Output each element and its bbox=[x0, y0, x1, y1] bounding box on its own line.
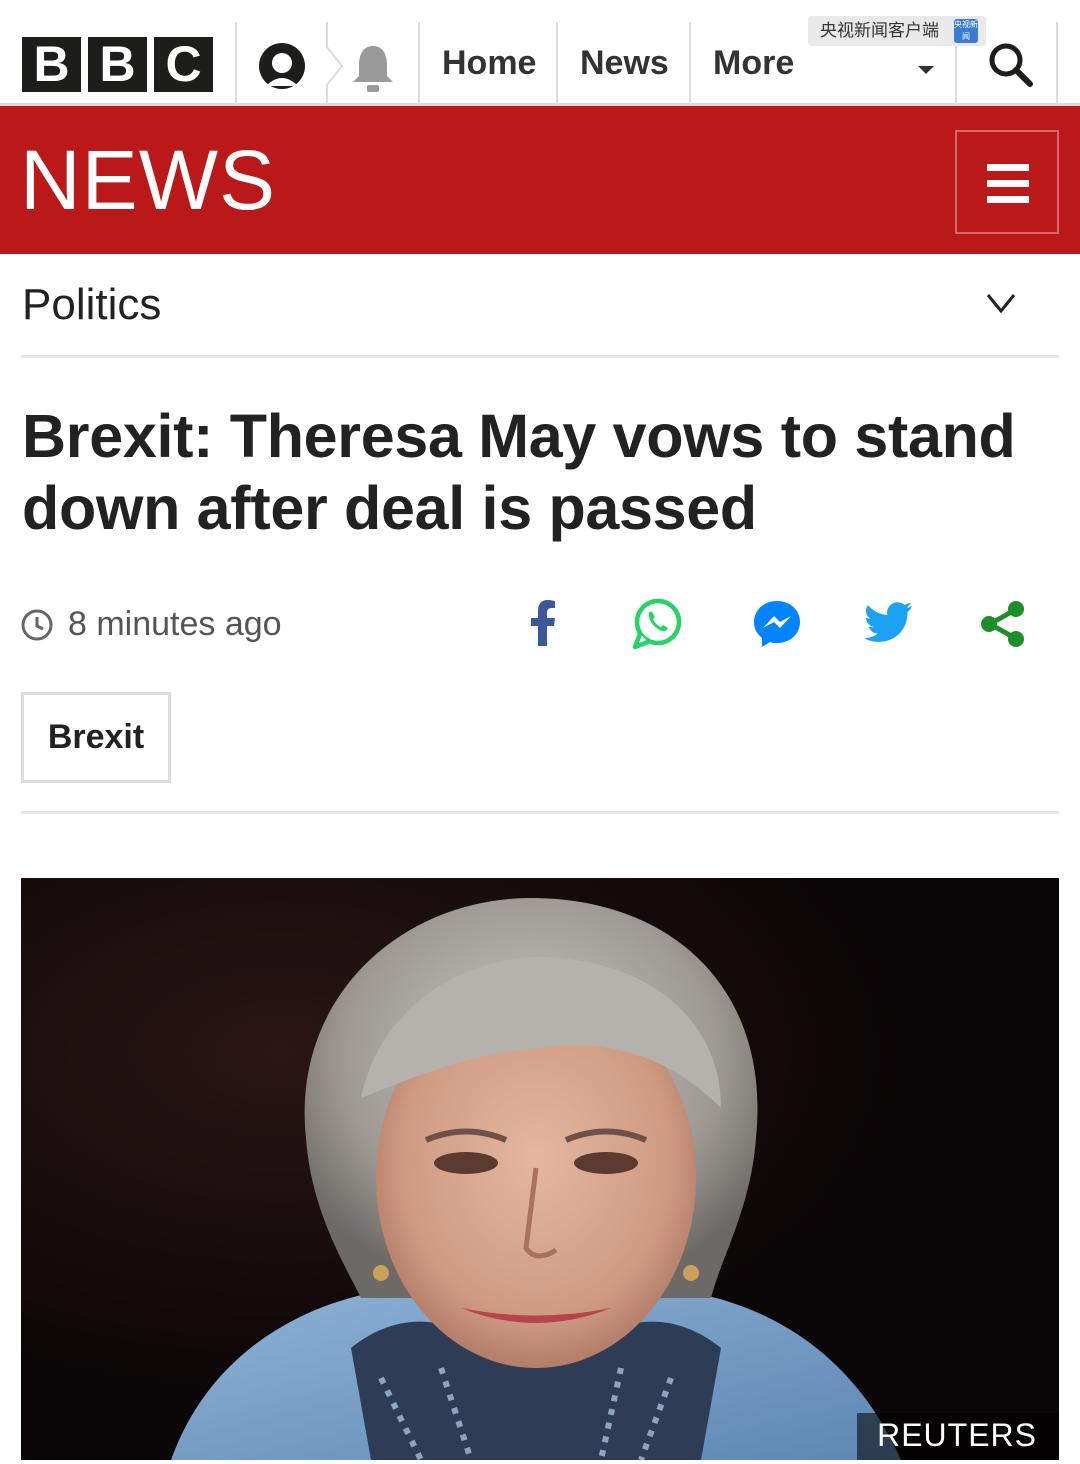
cctv-news-logo: 央视新闻 bbox=[954, 19, 978, 43]
search-icon[interactable] bbox=[986, 40, 1034, 88]
portrait-photo bbox=[21, 878, 1059, 1460]
article-hero-image: REUTERS bbox=[21, 878, 1059, 1460]
bbc-logo-letter: B bbox=[88, 37, 147, 92]
twitter-share-icon[interactable] bbox=[862, 596, 918, 652]
article-timestamp: 8 minutes ago bbox=[68, 605, 282, 643]
nav-divider bbox=[1056, 22, 1058, 106]
facebook-share-icon[interactable] bbox=[516, 596, 572, 652]
whatsapp-share-icon[interactable] bbox=[629, 596, 685, 652]
bbc-logo-letter: C bbox=[154, 37, 213, 92]
nav-divider bbox=[689, 22, 691, 106]
hamburger-menu-button[interactable] bbox=[955, 130, 1059, 234]
nav-more-link[interactable]: More bbox=[713, 44, 794, 83]
share-icon[interactable] bbox=[975, 596, 1031, 652]
article-headline: Brexit: Theresa May vows to stand down a… bbox=[22, 402, 1016, 542]
nav-news-link[interactable]: News bbox=[580, 44, 669, 83]
bell-icon[interactable] bbox=[348, 42, 398, 94]
nav-divider bbox=[235, 22, 237, 106]
hamburger-menu-icon bbox=[987, 180, 1029, 187]
news-wordmark[interactable]: NEWS bbox=[20, 138, 276, 222]
messenger-share-icon[interactable] bbox=[749, 596, 805, 652]
divider bbox=[21, 811, 1059, 814]
news-masthead: NEWS bbox=[0, 106, 1080, 254]
bbc-logo-letter: B bbox=[22, 37, 81, 92]
caret-down-icon[interactable] bbox=[918, 66, 934, 74]
bbc-logo[interactable]: B B C bbox=[22, 37, 213, 92]
chevron-down-icon[interactable] bbox=[986, 292, 1016, 314]
nav-divider bbox=[556, 22, 558, 106]
nav-divider bbox=[418, 22, 420, 106]
cctv-watermark: 央视新闻客户端 央视新闻 bbox=[808, 16, 986, 46]
watermark-text: 央视新闻客户端 bbox=[820, 21, 939, 40]
clock-icon bbox=[21, 609, 53, 641]
global-navigation: B B C Home News More 央视新闻客户端 央视新闻 bbox=[0, 0, 1080, 106]
section-title[interactable]: Politics bbox=[22, 280, 161, 330]
topic-tag-button[interactable]: Brexit bbox=[21, 692, 171, 783]
account-icon[interactable] bbox=[256, 42, 308, 90]
nav-home-link[interactable]: Home bbox=[442, 44, 536, 83]
divider bbox=[21, 355, 1059, 358]
hamburger-menu-icon bbox=[987, 196, 1029, 203]
divider-notch-icon bbox=[326, 46, 344, 86]
hamburger-menu-icon bbox=[987, 164, 1029, 171]
image-credit: REUTERS bbox=[857, 1413, 1059, 1460]
